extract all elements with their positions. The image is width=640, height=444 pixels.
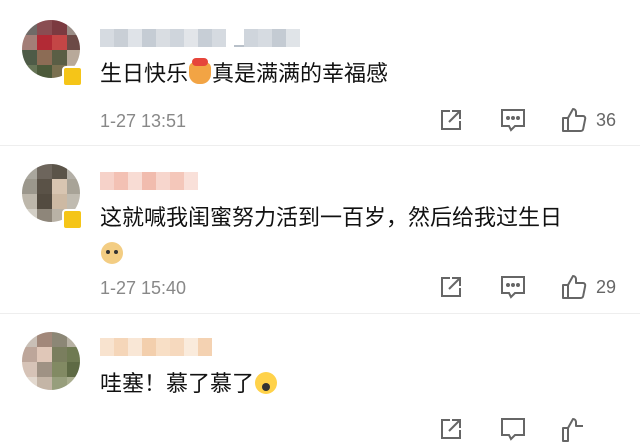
like-button[interactable] bbox=[560, 416, 588, 444]
comment-time: 1-27 15:40 bbox=[100, 278, 187, 298]
comment-text-part: 真是满满的幸福感 bbox=[212, 62, 389, 87]
verified-badge bbox=[62, 66, 83, 87]
thumbs-up-icon bbox=[562, 275, 587, 299]
comment-icon bbox=[501, 276, 525, 299]
comment-text-part: 生日快乐 bbox=[100, 62, 189, 87]
comment-text: 哇塞！慕了慕了 bbox=[100, 368, 278, 402]
comment-text: 这就喊我闺蜜努力活到一百岁，然后给我过生日 bbox=[100, 202, 562, 236]
comment-icon bbox=[501, 418, 525, 441]
username-blurred[interactable] bbox=[100, 338, 212, 356]
reply-button[interactable] bbox=[499, 416, 527, 442]
like-button[interactable]: 29 bbox=[560, 273, 616, 301]
share-button[interactable] bbox=[438, 107, 464, 133]
comment-text: 生日快乐 真是满满的幸福感 bbox=[100, 58, 388, 92]
comment-text-part: 这就喊我闺蜜努力活到一百岁，然后给我过生日 bbox=[100, 206, 563, 231]
verified-badge bbox=[62, 209, 83, 230]
thumbs-up-icon bbox=[562, 108, 587, 132]
username-blurred[interactable] bbox=[100, 172, 198, 190]
reply-button[interactable] bbox=[499, 274, 527, 300]
doge-emoji bbox=[101, 242, 123, 264]
share-button[interactable] bbox=[438, 274, 464, 300]
cake-emoji bbox=[189, 58, 212, 84]
username-blurred[interactable] bbox=[100, 29, 300, 47]
like-button[interactable]: 36 bbox=[560, 106, 616, 134]
like-count: 29 bbox=[596, 276, 617, 297]
share-icon bbox=[441, 419, 461, 439]
comment-text-part: 哇塞！慕了慕了 bbox=[100, 372, 255, 397]
comment-time: 1-27 13:51 bbox=[100, 111, 187, 131]
comment-item: 生日快乐 真是满满的幸福感 1-27 13:51 36 bbox=[0, 0, 640, 146]
thumbs-up-icon bbox=[562, 418, 583, 442]
like-count: 36 bbox=[596, 109, 617, 130]
avatar[interactable] bbox=[22, 332, 80, 390]
comment-icon bbox=[501, 109, 525, 132]
share-icon bbox=[441, 277, 461, 297]
comment-item: 这就喊我闺蜜努力活到一百岁，然后给我过生日 1-27 15:40 29 bbox=[0, 146, 640, 314]
share-icon bbox=[441, 110, 461, 130]
comment-item: 哇塞！慕了慕了 bbox=[0, 314, 640, 442]
scream-emoji bbox=[255, 372, 278, 394]
share-button[interactable] bbox=[438, 416, 464, 442]
reply-button[interactable] bbox=[499, 107, 527, 133]
comment-text-line2 bbox=[100, 238, 124, 272]
